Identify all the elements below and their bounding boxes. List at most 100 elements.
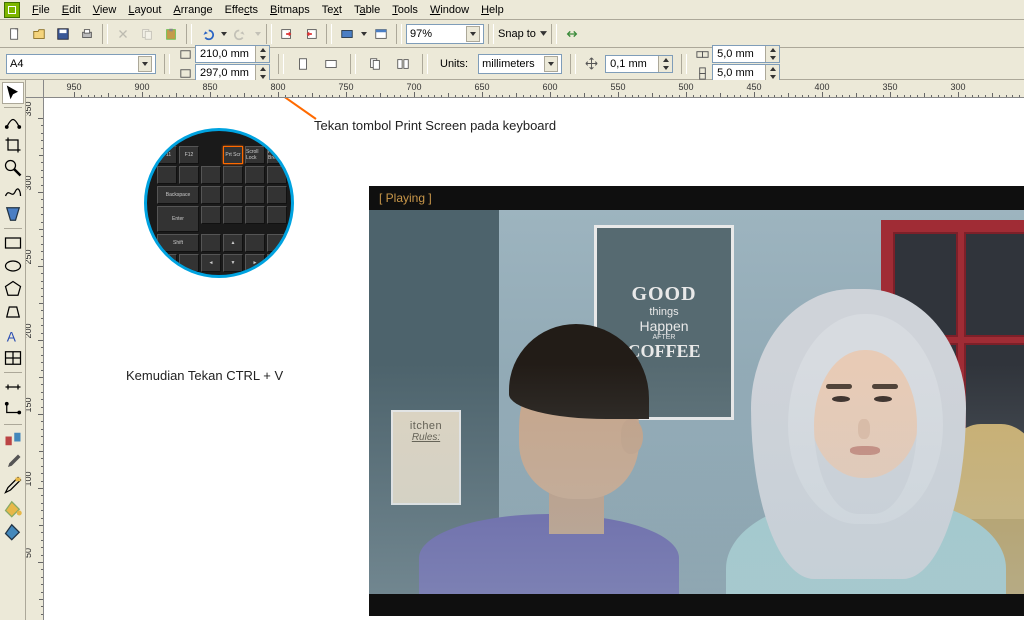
- ruler-vertical[interactable]: 35030025020015010050: [26, 98, 44, 620]
- menu-effects[interactable]: EffectsEffects: [219, 2, 264, 18]
- freehand-tool[interactable]: [2, 180, 24, 202]
- app-launcher-dropdown[interactable]: [360, 32, 368, 36]
- redo-dropdown[interactable]: [254, 32, 262, 36]
- ruler-tick: 750: [338, 82, 353, 92]
- export-button[interactable]: [300, 23, 322, 45]
- page-width-value: 210,0 mm: [196, 48, 255, 60]
- outline-tool[interactable]: [2, 474, 24, 496]
- all-pages-button[interactable]: [392, 53, 414, 75]
- key: [245, 206, 265, 224]
- key-backspace: Backspace: [157, 186, 199, 204]
- welcome-screen-button[interactable]: [370, 23, 392, 45]
- cut-button[interactable]: [112, 23, 134, 45]
- menu-tools[interactable]: ToolsTools: [386, 2, 424, 18]
- menu-window[interactable]: WindowWindow: [424, 2, 475, 18]
- blend-tool[interactable]: [2, 428, 24, 450]
- text-tool[interactable]: A: [2, 324, 24, 346]
- ruler-tick: 500: [678, 82, 693, 92]
- paper-size-combo[interactable]: A4: [6, 54, 156, 74]
- basic-shapes-tool[interactable]: [2, 301, 24, 323]
- key-f11: F11: [157, 146, 177, 164]
- menu-file[interactable]: FFileile: [26, 2, 56, 18]
- ruler-tick: 350: [26, 100, 33, 118]
- canvas-area[interactable]: 9509008508007507006506005505004504003503…: [26, 80, 1024, 620]
- separator: [396, 24, 402, 44]
- standard-toolbar: 97% Snap to: [0, 20, 1024, 48]
- interactive-fill-tool[interactable]: [2, 520, 24, 542]
- menu-layout[interactable]: LayoutLayout: [122, 2, 167, 18]
- zoom-tool[interactable]: [2, 157, 24, 179]
- rectangle-tool[interactable]: [2, 232, 24, 254]
- import-button[interactable]: [276, 23, 298, 45]
- menu-text[interactable]: TextText: [316, 2, 348, 18]
- key-shift: Shift: [157, 234, 199, 252]
- separator: [422, 54, 428, 74]
- key: [179, 166, 199, 184]
- table-tool[interactable]: [2, 347, 24, 369]
- annotation-text-1: Tekan tombol Print Screen pada keyboard: [314, 118, 556, 133]
- print-button[interactable]: [76, 23, 98, 45]
- annotation-text-2: Kemudian Tekan CTRL + V: [126, 368, 283, 383]
- ruler-tick: 850: [202, 82, 217, 92]
- menu-help[interactable]: HelpHelp: [475, 2, 510, 18]
- units-value: millimeters: [482, 58, 544, 70]
- ruler-tick: 600: [542, 82, 557, 92]
- polygon-tool[interactable]: [2, 278, 24, 300]
- dup-x-icon: [695, 47, 710, 62]
- ruler-tick: 650: [474, 82, 489, 92]
- pick-tool[interactable]: [2, 82, 24, 104]
- smart-fill-tool[interactable]: [2, 203, 24, 225]
- key: [157, 166, 177, 184]
- snap-to-dropdown[interactable]: Snap to: [498, 28, 547, 40]
- app-launcher-button[interactable]: [336, 23, 358, 45]
- options-button[interactable]: [561, 23, 583, 45]
- ruler-tick: 150: [26, 396, 33, 414]
- fill-tool[interactable]: [2, 497, 24, 519]
- ellipse-tool[interactable]: [2, 255, 24, 277]
- save-button[interactable]: [52, 23, 74, 45]
- nudge-value: 0,1 mm: [606, 58, 658, 70]
- dimension-tool[interactable]: [2, 376, 24, 398]
- separator: [278, 54, 284, 74]
- key: [223, 206, 243, 224]
- key: ►: [245, 254, 265, 272]
- nudge-input[interactable]: 0,1 mm: [605, 55, 673, 73]
- page-width-input[interactable]: 210,0 mm: [195, 45, 270, 63]
- connector-tool[interactable]: [2, 399, 24, 421]
- menu-view[interactable]: ViewView: [87, 2, 123, 18]
- eyedropper-tool[interactable]: [2, 451, 24, 473]
- key: ▲: [223, 234, 243, 252]
- crop-tool[interactable]: [2, 134, 24, 156]
- menu-bitmaps[interactable]: BitmapsBitmaps: [264, 2, 316, 18]
- separator: [681, 54, 687, 74]
- key-f12: F12: [179, 146, 199, 164]
- copy-button[interactable]: [136, 23, 158, 45]
- paste-button[interactable]: [160, 23, 182, 45]
- landscape-button[interactable]: [320, 53, 342, 75]
- separator: [186, 24, 192, 44]
- units-combo[interactable]: millimeters: [478, 54, 562, 74]
- menu-edit[interactable]: EditEdit: [56, 2, 87, 18]
- menu-arrange[interactable]: ArrangeArrange: [167, 2, 218, 18]
- undo-button[interactable]: [196, 23, 218, 45]
- shape-tool[interactable]: [2, 111, 24, 133]
- portrait-button[interactable]: [292, 53, 314, 75]
- current-page-button[interactable]: [364, 53, 386, 75]
- key-enter: Enter: [157, 206, 199, 232]
- menu-table[interactable]: TableTable: [348, 2, 386, 18]
- separator: [488, 24, 494, 44]
- width-icon: [178, 47, 193, 62]
- zoom-combo[interactable]: 97%: [406, 24, 484, 44]
- menu-bar: FFileile EditEdit ViewView LayoutLayout …: [0, 0, 1024, 20]
- redo-button[interactable]: [230, 23, 252, 45]
- undo-dropdown[interactable]: [220, 32, 228, 36]
- page-height-value: 297,0 mm: [196, 67, 255, 79]
- open-button[interactable]: [28, 23, 50, 45]
- ruler-tick: 300: [26, 174, 33, 192]
- ruler-horizontal[interactable]: 9509008508007507006506005505004504003503…: [44, 80, 1024, 98]
- dropdown-arrow-icon: [544, 56, 558, 72]
- drawing-page[interactable]: F11 F12 Prt Scr Scroll Lock Pause Break …: [44, 98, 1024, 620]
- dup-x-input[interactable]: 5,0 mm: [712, 45, 780, 63]
- new-button[interactable]: [4, 23, 26, 45]
- key: [201, 206, 221, 224]
